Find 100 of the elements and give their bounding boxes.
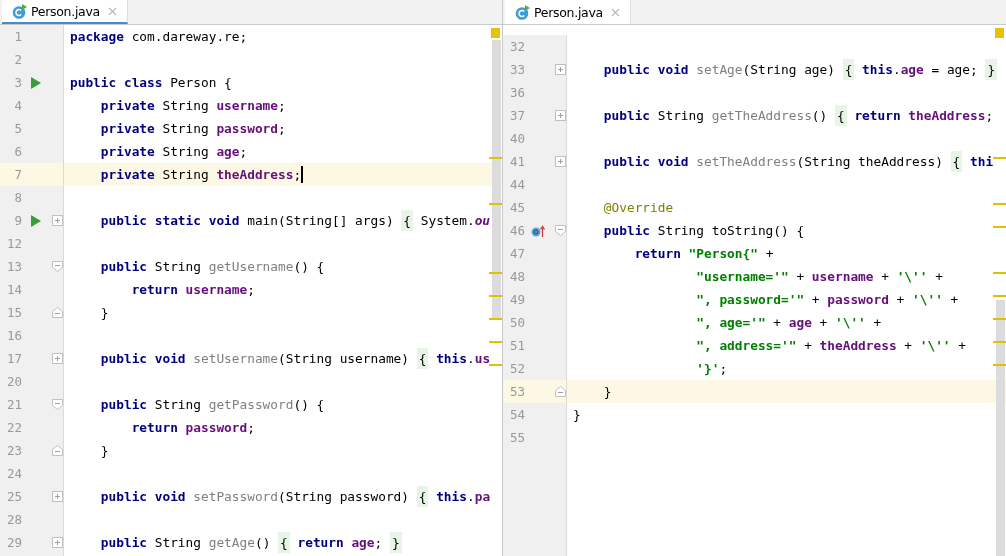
code-line: } — [99, 442, 109, 460]
code-line: public void setTheAddress(String theAddress) { thi — [573, 152, 994, 171]
warning-stripe-marker[interactable] — [993, 203, 1006, 205]
line-number: 47 — [508, 246, 525, 261]
line-number: 3 — [13, 75, 22, 90]
line-number: 29 — [5, 535, 22, 550]
warning-stripe-marker[interactable] — [489, 364, 502, 366]
line-number: 45 — [508, 200, 525, 215]
inspection-status-icon[interactable] — [995, 28, 1004, 38]
line-number: 46 — [508, 223, 525, 238]
warning-stripe-marker[interactable] — [993, 341, 1006, 343]
line-number: 2 — [13, 52, 22, 67]
line-number: 53 — [508, 384, 525, 399]
fold-collapse-icon[interactable] — [52, 399, 63, 410]
code-line: public void setUsername(String username) { this.us — [70, 349, 491, 368]
line-number: 37 — [508, 108, 525, 123]
code-line: private String username; — [99, 97, 286, 115]
scrollbar-thumb[interactable] — [996, 300, 1005, 556]
line-number: 28 — [5, 512, 22, 527]
line-number: 21 — [5, 397, 22, 412]
fold-expand-icon[interactable] — [52, 491, 63, 502]
code-line: private String age; — [99, 143, 248, 161]
close-icon[interactable] — [107, 6, 117, 16]
fold-collapse-icon[interactable] — [555, 225, 566, 236]
code-line: public void setPassword(String password) { this.pa — [70, 487, 491, 506]
line-number: 41 — [508, 154, 525, 169]
line-number: 13 — [5, 259, 22, 274]
warning-stripe-marker[interactable] — [489, 341, 502, 343]
code-line: '}'; — [695, 360, 728, 378]
line-number: 7 — [13, 167, 22, 182]
run-icon[interactable] — [29, 214, 41, 227]
editor-tab[interactable]: Person.java — [505, 0, 631, 24]
line-number: 12 — [5, 236, 22, 251]
warning-stripe-marker[interactable] — [489, 203, 502, 205]
fold-end-icon[interactable] — [52, 445, 63, 456]
warning-stripe-marker[interactable] — [993, 364, 1006, 366]
line-number: 6 — [13, 144, 22, 159]
line-number: 54 — [508, 407, 525, 422]
fold-expand-icon[interactable] — [555, 110, 566, 121]
warning-stripe-marker[interactable] — [993, 157, 1006, 159]
line-number: 15 — [5, 305, 22, 320]
warning-stripe-marker[interactable] — [489, 272, 502, 274]
line-number: 36 — [508, 85, 525, 100]
line-number: 40 — [508, 131, 525, 146]
warning-stripe-marker[interactable] — [489, 295, 502, 297]
code-line: } — [573, 406, 581, 424]
line-number: 9 — [13, 213, 22, 228]
line-number: 22 — [5, 420, 22, 435]
fold-collapse-icon[interactable] — [52, 261, 63, 272]
line-number: 5 — [13, 121, 22, 136]
java-class-icon — [12, 3, 27, 19]
scrollbar-thumb[interactable] — [492, 40, 501, 318]
line-number: 48 — [508, 269, 525, 284]
code-line: public String getUsername() { — [99, 258, 325, 276]
warning-stripe-marker[interactable] — [489, 157, 502, 159]
code-line: @Override — [602, 199, 674, 217]
line-number: 55 — [508, 430, 525, 445]
code-line: public String getPassword() { — [99, 396, 325, 414]
warning-stripe-marker[interactable] — [993, 272, 1006, 274]
line-number: 25 — [5, 489, 22, 504]
fold-expand-icon[interactable] — [555, 64, 566, 75]
code-line: return password; — [130, 419, 255, 437]
fold-end-icon[interactable] — [555, 386, 566, 397]
code-line: public String getTheAddress() { return theAddress; — [573, 106, 994, 125]
code-line: public void setAge(String age) { this.age = age; } — [573, 60, 998, 79]
line-number: 1 — [13, 29, 22, 44]
line-number: 32 — [508, 39, 525, 54]
line-number: 20 — [5, 374, 22, 389]
fold-expand-icon[interactable] — [555, 156, 566, 167]
close-icon[interactable] — [610, 7, 620, 17]
code-line: ", password='" + password + '\'' + — [695, 291, 959, 309]
inspection-status-icon[interactable] — [491, 28, 500, 38]
code-line: public class Person { — [70, 74, 232, 92]
warning-stripe-marker[interactable] — [489, 318, 502, 320]
code-line: "username='" + username + '\'' + — [695, 268, 943, 286]
line-number: 50 — [508, 315, 525, 330]
warning-stripe-marker[interactable] — [993, 295, 1006, 297]
fold-expand-icon[interactable] — [52, 537, 63, 548]
line-number: 4 — [13, 98, 22, 113]
code-line: return username; — [130, 281, 255, 299]
code-line: public String getAge() { return age; } — [70, 533, 402, 552]
line-number: 44 — [508, 177, 525, 192]
line-number: 51 — [508, 338, 525, 353]
run-icon[interactable] — [29, 76, 41, 89]
fold-expand-icon[interactable] — [52, 353, 63, 364]
code-line: private String password; — [99, 120, 286, 138]
warning-stripe-marker[interactable] — [993, 318, 1006, 320]
code-line: package com.dareway.re; — [70, 28, 248, 46]
override-icon[interactable] — [531, 224, 545, 237]
warning-stripe-marker[interactable] — [993, 226, 1006, 228]
fold-expand-icon[interactable] — [52, 215, 63, 226]
code-line: private String theAddress; — [99, 165, 303, 184]
code-line: ", age='" + age + '\'' + — [695, 314, 882, 332]
editor-tab[interactable]: Person.java — [2, 0, 128, 24]
line-number: 8 — [13, 190, 22, 205]
code-line: public String toString() { — [602, 222, 805, 240]
code-line: return "Person{" + — [633, 245, 774, 263]
line-number: 23 — [5, 443, 22, 458]
line-number: 17 — [5, 351, 22, 366]
fold-end-icon[interactable] — [52, 307, 63, 318]
